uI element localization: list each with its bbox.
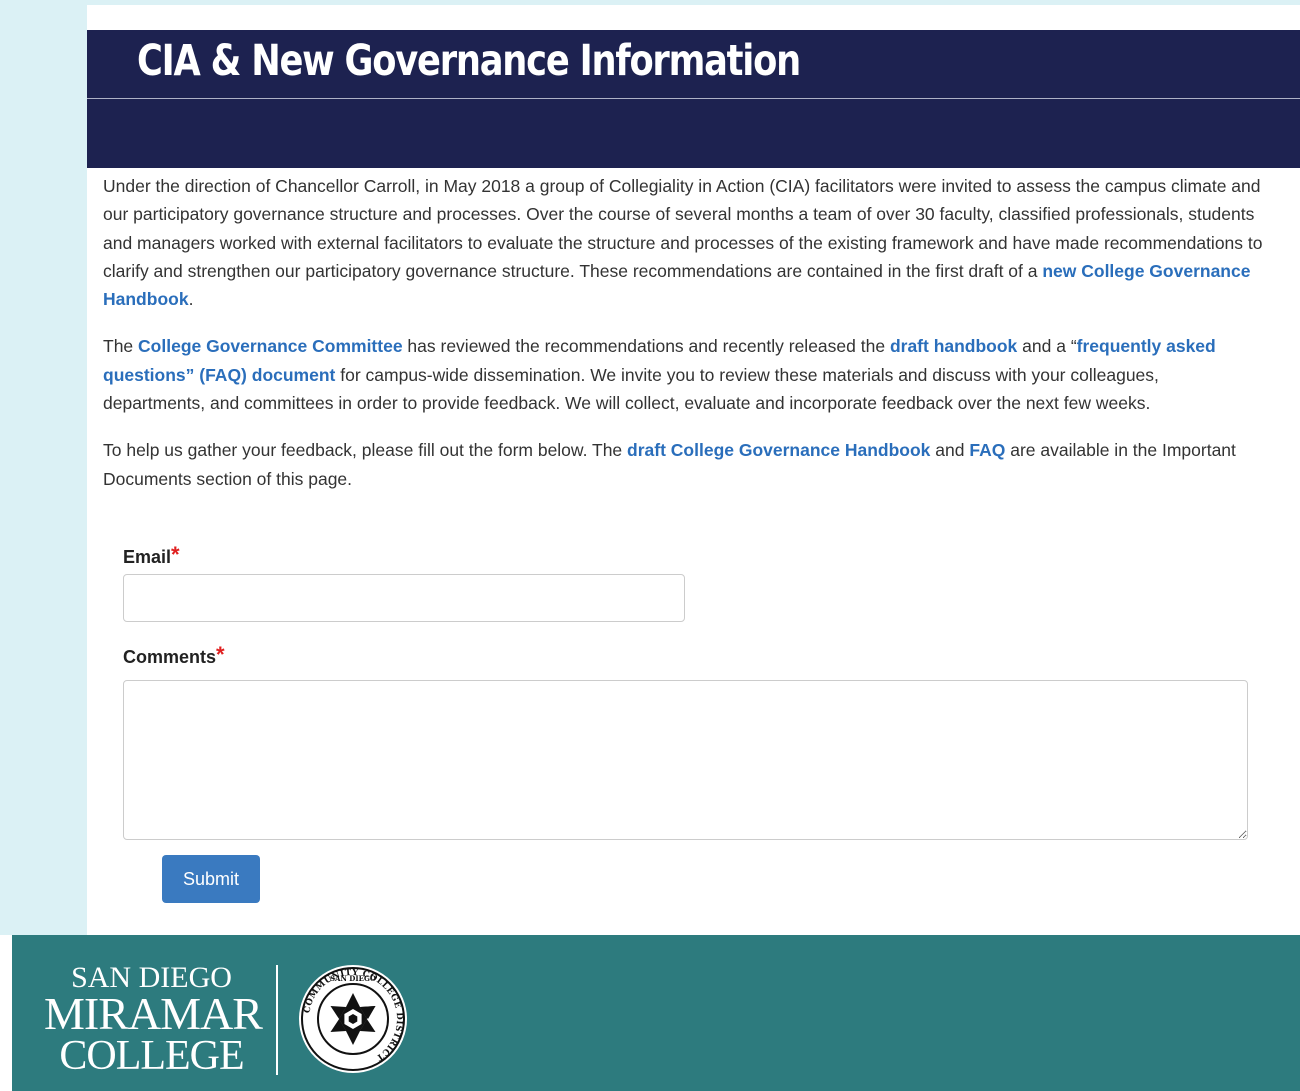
intro-paragraph-3: To help us gather your feedback, please … (103, 436, 1263, 493)
link-draft-college-governance-handbook[interactable]: draft College Governance Handbook (627, 440, 930, 460)
submit-button[interactable]: Submit (162, 855, 260, 903)
email-label: Email* (123, 542, 1263, 572)
logo-text-line-3: COLLEGE (59, 1033, 244, 1079)
intro-paragraph-1: Under the direction of Chancellor Carrol… (103, 172, 1263, 313)
link-draft-handbook[interactable]: draft handbook (890, 336, 1017, 356)
link-faq[interactable]: FAQ (969, 440, 1005, 460)
required-marker: * (216, 642, 225, 667)
paragraph-text: The (103, 336, 139, 357)
feedback-form: Email* Comments* (123, 542, 1263, 840)
logo-text-line-2: MIRAMAR (44, 988, 263, 1039)
paragraph-text: and a “ (1017, 336, 1077, 357)
paragraph-text: To help us gather your feedback, please … (103, 440, 628, 461)
logo-divider (276, 965, 278, 1075)
page-header-banner: CIA & New Governance Information (87, 30, 1300, 168)
seal-top-text: SAN DIEGO (330, 974, 376, 983)
left-margin-strip (12, 5, 87, 935)
comments-field[interactable] (123, 680, 1248, 840)
site-footer: SAN DIEGO MIRAMAR COLLEGE COMMUNITY COLL… (12, 935, 1300, 1091)
miramar-college-logo[interactable]: SAN DIEGO MIRAMAR COLLEGE (44, 963, 263, 1079)
paragraph-text: and (930, 440, 970, 461)
paragraph-text: has reviewed the recommendations and rec… (402, 336, 890, 357)
email-label-text: Email (123, 547, 172, 567)
comments-label-text: Comments (123, 647, 217, 667)
district-seal-icon[interactable]: COMMUNITY COLLEGE DISTRICT SAN DIEGO (297, 963, 409, 1075)
page-title: CIA & New Governance Information (137, 36, 801, 86)
required-marker: * (171, 542, 180, 567)
comments-label: Comments* (123, 642, 1263, 672)
intro-text: Under the direction of Chancellor Carrol… (103, 172, 1263, 512)
header-divider (87, 98, 1300, 99)
email-field[interactable] (123, 574, 685, 622)
paragraph-text: . (188, 289, 194, 310)
link-college-governance-committee[interactable]: College Governance Committee (138, 336, 403, 356)
intro-paragraph-2: The College Governance Committee has rev… (103, 332, 1263, 417)
